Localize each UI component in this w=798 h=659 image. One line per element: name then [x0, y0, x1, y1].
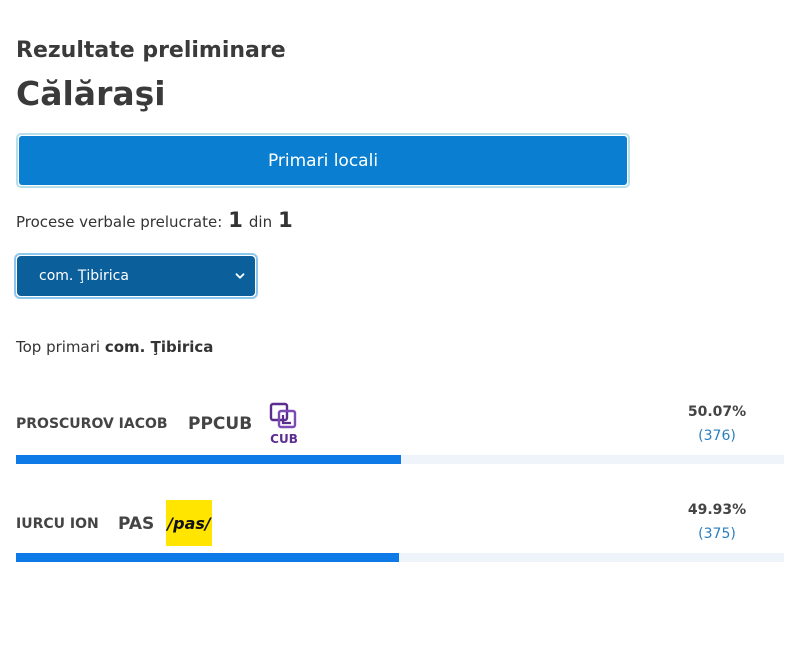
top-heading: Top primari com. Ţibirica — [16, 338, 213, 356]
candidate-name: PROSCUROV IACOB — [16, 416, 168, 432]
tab-primari-locali[interactable]: Primari locali — [19, 136, 627, 185]
progress-label: Procese verbale prelucrate: — [16, 213, 223, 231]
chevron-down-icon — [235, 273, 245, 279]
candidate-percent: 50.07% — [687, 404, 747, 420]
cub-logo-text: CUB — [270, 432, 298, 446]
progress-done: 1 — [228, 208, 243, 232]
locality-select[interactable]: com. Ţibirica — [17, 256, 255, 296]
tab-container: Primari locali — [16, 133, 630, 188]
locality-select-wrapper: com. Ţibirica — [14, 253, 258, 299]
locality-select-value: com. Ţibirica — [39, 268, 129, 284]
candidate-name: IURCU ION — [16, 516, 99, 532]
results-subtitle: Rezultate preliminare — [16, 38, 286, 63]
progress-total: 1 — [278, 208, 293, 232]
candidate-votes: (375) — [698, 526, 736, 542]
progress-line: Procese verbale prelucrate: 1 din 1 — [16, 208, 293, 232]
candidate-party: PAS — [118, 514, 155, 534]
page-title: Călăraşi — [16, 74, 166, 113]
progress-separator: din — [248, 213, 273, 231]
vote-bar-fill — [16, 553, 400, 562]
pas-logo: /pas/ — [166, 500, 212, 546]
top-heading-locality: com. Ţibirica — [104, 338, 214, 356]
cub-logo: CUB — [269, 402, 298, 446]
top-heading-prefix: Top primari — [16, 338, 101, 356]
candidate-party: PPCUB — [188, 414, 253, 434]
vote-bar-track — [16, 455, 784, 464]
vote-bar-fill — [16, 455, 401, 464]
vote-bar-track — [16, 553, 784, 562]
candidate-percent: 49.93% — [687, 502, 747, 518]
candidate-row: IURCU ION PAS /pas/ 49.93% (375) — [16, 500, 784, 562]
candidate-votes: (376) — [698, 428, 736, 444]
candidate-row: PROSCUROV IACOB PPCUB CUB 50.07% (376) — [16, 402, 784, 464]
